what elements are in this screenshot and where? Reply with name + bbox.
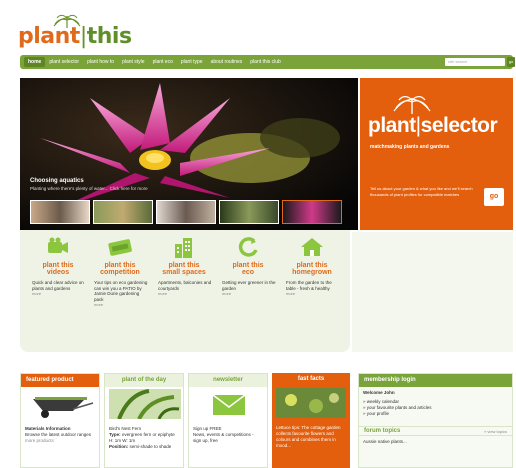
fast-facts-text[interactable]: Lettuce tips: The cottage garden collect… [272,422,350,452]
feature-strip: plant this videos Quick and clear advice… [20,230,350,352]
thumbnail[interactable] [30,200,90,224]
membership-panel: membership login Welcome John » weekly c… [358,373,513,468]
feature-eco[interactable]: plant this eco Getting ever greener in t… [218,236,278,296]
search-go-button[interactable]: go [507,57,515,67]
competition-ticket-icon [108,239,132,256]
fast-facts-box: fast facts Lettuce tips: The cottage gar… [272,373,350,468]
nav-item-plant-selector[interactable]: plant selector [45,59,83,65]
welcome-text: Welcome John [363,390,395,395]
thumbnail[interactable] [156,200,216,224]
plant-selector-panel[interactable]: plant|selector matchmaking plants and ga… [360,78,513,230]
newsletter-box: newsletter Sign up FREE News, events & c… [188,373,268,468]
envelope-icon [212,394,246,415]
fern-image [109,389,181,420]
video-camera-icon [48,237,68,253]
thumbnail-selected[interactable] [282,200,342,224]
more-link[interactable]: more [90,302,150,307]
hero-thumbnails [30,200,342,224]
feature-homegrown[interactable]: plant this homegrown From the garden to … [282,236,342,296]
feature-videos[interactable]: plant this videos Quick and clear advice… [28,236,88,296]
plant-of-day-title: plant of the day [105,374,183,387]
nav-item-plant-type[interactable]: plant type [177,59,207,65]
feature-competition[interactable]: plant this competition Your tips on eco … [90,236,150,307]
hero-banner[interactable]: Choosing aquatics Planting where there's… [20,78,358,230]
garden-photo [276,388,346,418]
more-link[interactable]: more [218,291,278,296]
nav-item-plant-how-to[interactable]: plant how to [83,59,118,65]
tree-logo-icon [393,96,431,114]
nav-item-home[interactable]: home [24,57,46,67]
wheelbarrow-image [33,397,94,418]
plant-selector-tagline: matchmaking plants and gardens [370,144,450,150]
search-input[interactable]: site search [445,58,505,66]
nav-item-plant-this-club[interactable]: plant this club [246,59,285,65]
more-link[interactable]: more [28,291,88,296]
featured-product-title: featured product [21,374,99,387]
more-link[interactable]: more [282,291,342,296]
thumbnail[interactable] [219,200,279,224]
more-link[interactable]: more [154,291,214,296]
brand-text: plant|this [18,24,132,49]
member-link-profile[interactable]: » your profile [363,411,508,417]
fast-facts-title: fast facts [297,376,325,382]
nav-item-about-routines[interactable]: about routines [207,59,247,65]
nav-item-plant-eco[interactable]: plant eco [149,59,177,65]
eco-ring-icon [238,237,258,257]
view-topics-link[interactable]: » view topics [484,429,507,434]
buildings-icon [175,238,192,258]
forum-topic[interactable]: Aussie native plants... [363,439,508,445]
hero-title: Choosing aquatics [30,178,84,184]
feature-small-spaces[interactable]: plant this small spaces Apartments, balc… [154,236,214,296]
main-nav: home plant selector plant how to plant s… [20,55,515,69]
plant-selector-go-button[interactable]: go [484,188,504,206]
more-products-link[interactable]: more products [25,438,95,444]
featured-product-box: featured product Materials Information B… [20,373,100,468]
plant-of-day-box: plant of the day Bird's Nest Fern Type: … [104,373,184,468]
hero-text[interactable]: Planting where there's plenty of water..… [30,186,148,191]
plant-selector-description: Tell us about your garden & what you lik… [370,186,473,197]
thumbnail[interactable] [93,200,153,224]
forum-section: forum topics » view topics Aussie native… [359,426,512,448]
plant-selector-brand: plant|selector [368,114,498,137]
membership-title: membership login [359,374,512,387]
house-icon [301,238,323,256]
newsletter-title: newsletter [189,374,267,387]
forum-title: forum topics [364,428,401,434]
site-logo[interactable]: plant|this [18,12,132,50]
nav-item-plant-style[interactable]: plant style [118,59,149,65]
sidebar-background [352,232,513,352]
